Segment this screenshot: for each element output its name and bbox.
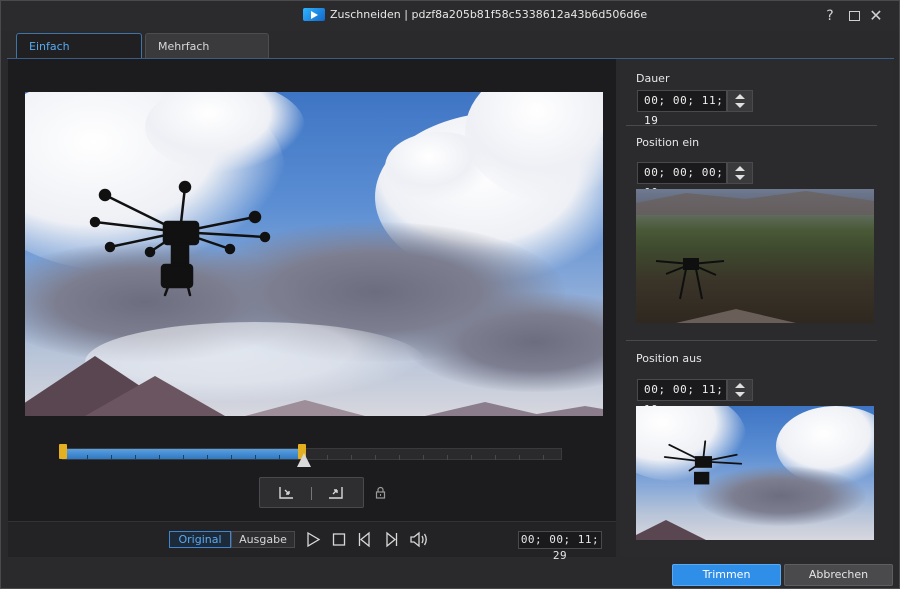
out-position-thumbnail [636, 406, 874, 540]
decrement-icon[interactable] [735, 392, 745, 397]
duration-stepper[interactable] [727, 90, 753, 112]
view-output-toggle[interactable]: Ausgabe [231, 531, 295, 548]
cancel-button[interactable]: Abbrechen [784, 564, 893, 586]
in-marker-handle[interactable] [59, 444, 67, 459]
mark-button-separator [311, 487, 312, 500]
trim-dialog: Zuschneiden | pdzf8a205b81f58c5338612a43… [0, 0, 900, 589]
drone-silhouette [89, 180, 271, 297]
view-original-toggle[interactable]: Original [169, 531, 231, 548]
in-position-field[interactable]: 00; 00; 00; 00 [637, 162, 727, 199]
app-logo-icon [303, 8, 325, 21]
section-divider [626, 125, 877, 126]
mark-in-icon[interactable] [276, 484, 296, 502]
title-bar: Zuschneiden | pdzf8a205b81f58c5338612a43… [1, 1, 899, 31]
maximize-icon[interactable] [845, 7, 863, 25]
previous-frame-icon[interactable] [357, 531, 373, 548]
mark-out-icon[interactable] [326, 484, 346, 502]
lock-icon[interactable] [375, 486, 386, 499]
tab-multi-trim[interactable]: Mehrfach zuschneiden [145, 33, 269, 78]
increment-icon[interactable] [735, 383, 745, 388]
out-position-stepper[interactable] [727, 379, 753, 401]
timeline-track[interactable] [62, 448, 562, 460]
out-position-field[interactable]: 00; 00; 11; 19 [637, 379, 727, 416]
in-position-thumbnail [636, 189, 874, 323]
duration-label: Dauer [636, 72, 670, 85]
play-icon[interactable] [305, 531, 321, 548]
tab-simple-trim[interactable]: Einfach zuschneiden [16, 33, 142, 78]
help-icon[interactable]: ? [821, 7, 839, 25]
video-preview[interactable] [25, 92, 603, 416]
decrement-icon[interactable] [735, 103, 745, 108]
volume-icon[interactable] [409, 531, 429, 548]
in-position-label: Position ein [636, 136, 700, 149]
increment-icon[interactable] [735, 166, 745, 171]
section-divider [626, 340, 877, 341]
next-frame-icon[interactable] [383, 531, 399, 548]
trim-button[interactable]: Trimmen [672, 564, 781, 586]
out-position-label: Position aus [636, 352, 702, 365]
close-icon[interactable]: ✕ [867, 7, 885, 25]
decrement-icon[interactable] [735, 175, 745, 180]
stop-icon[interactable] [331, 531, 347, 548]
duration-field[interactable]: 00; 00; 11; 19 [637, 90, 727, 127]
window-title-text: Zuschneiden | pdzf8a205b81f58c5338612a43… [330, 8, 648, 21]
mark-button-group [259, 477, 364, 508]
in-position-stepper[interactable] [727, 162, 753, 184]
window-title: Zuschneiden | pdzf8a205b81f58c5338612a43… [303, 8, 647, 21]
increment-icon[interactable] [735, 94, 745, 99]
current-time-display: 00; 00; 11; 29 [518, 531, 602, 562]
playhead-handle[interactable] [297, 453, 311, 467]
